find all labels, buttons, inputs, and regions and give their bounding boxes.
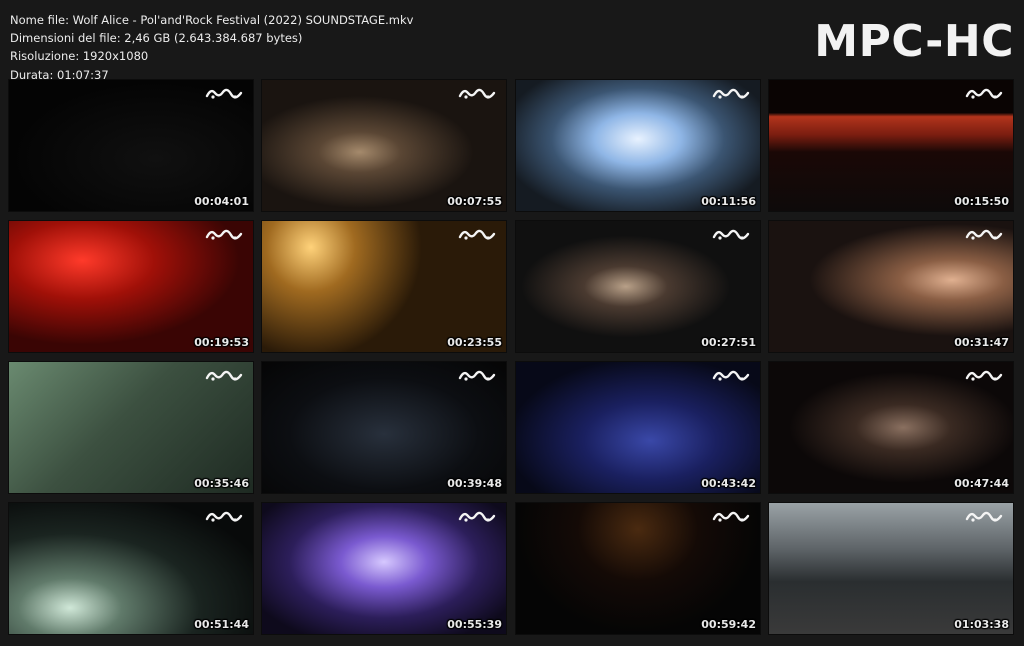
festival-watermark-icon — [458, 229, 496, 240]
thumbnail-timestamp: 00:43:42 — [701, 477, 756, 490]
festival-watermark-icon — [205, 511, 243, 522]
video-thumbnail: 00:39:48 — [262, 362, 506, 493]
thumbnail-timestamp: 00:47:44 — [954, 477, 1009, 490]
festival-watermark-icon — [712, 511, 750, 522]
festival-watermark-icon — [712, 229, 750, 240]
thumbnail-timestamp: 00:27:51 — [701, 336, 756, 349]
video-thumbnail: 00:43:42 — [516, 362, 760, 493]
thumbnail-timestamp: 00:39:48 — [447, 477, 502, 490]
thumbnail-timestamp: 00:51:44 — [194, 618, 249, 631]
mpc-hc-logo: MPC-HC — [814, 16, 1014, 67]
festival-watermark-icon — [205, 88, 243, 99]
video-thumbnail: 00:31:47 — [769, 221, 1013, 352]
file-name: Nome file: Wolf Alice - Pol'and'Rock Fes… — [10, 13, 414, 27]
video-thumbnail: 00:55:39 — [262, 503, 506, 634]
festival-watermark-icon — [965, 370, 1003, 381]
festival-watermark-icon — [458, 88, 496, 99]
festival-watermark-icon — [458, 370, 496, 381]
video-thumbnail: 00:59:42 — [516, 503, 760, 634]
video-thumbnail: 00:35:46 — [9, 362, 253, 493]
thumbnail-timestamp: 00:19:53 — [194, 336, 249, 349]
festival-watermark-icon — [712, 370, 750, 381]
festival-watermark-icon — [458, 511, 496, 522]
festival-watermark-icon — [205, 229, 243, 240]
file-info-panel: Nome file: Wolf Alice - Pol'and'Rock Fes… — [10, 11, 413, 84]
thumbnail-timestamp: 00:23:55 — [447, 336, 502, 349]
video-thumbnail: 00:15:50 — [769, 80, 1013, 211]
thumbnail-timestamp: 01:03:38 — [954, 618, 1009, 631]
thumbnail-timestamp: 00:31:47 — [954, 336, 1009, 349]
festival-watermark-icon — [965, 229, 1003, 240]
thumbnail-timestamp: 00:59:42 — [701, 618, 756, 631]
thumbnail-grid: 00:04:01 00:07:55 00:11:56 00:15:50 00:19:53… — [9, 80, 1015, 634]
festival-watermark-icon — [965, 88, 1003, 99]
video-thumbnail: 00:19:53 — [9, 221, 253, 352]
thumbnail-timestamp: 00:11:56 — [701, 195, 756, 208]
video-thumbnail: 01:03:38 — [769, 503, 1013, 634]
festival-watermark-icon — [205, 370, 243, 381]
file-size: Dimensioni del file: 2,46 GB (2.643.384.… — [10, 31, 303, 46]
video-thumbnail: 00:04:01 — [9, 80, 253, 211]
thumbnail-timestamp: 00:35:46 — [194, 477, 249, 490]
festival-watermark-icon — [965, 511, 1003, 522]
video-thumbnail: 00:27:51 — [516, 221, 760, 352]
festival-watermark-icon — [712, 88, 750, 99]
thumbnail-timestamp: 00:15:50 — [954, 195, 1009, 208]
video-thumbnail: 00:23:55 — [262, 221, 506, 352]
thumbnail-timestamp: 00:55:39 — [447, 618, 502, 631]
thumbnail-timestamp: 00:04:01 — [194, 195, 249, 208]
thumbnail-timestamp: 00:07:55 — [447, 195, 502, 208]
video-thumbnail: 00:51:44 — [9, 503, 253, 634]
video-thumbnail: 00:07:55 — [262, 80, 506, 211]
video-thumbnail: 00:11:56 — [516, 80, 760, 211]
file-resolution: Risoluzione: 1920x1080 — [10, 49, 149, 64]
video-thumbnail: 00:47:44 — [769, 362, 1013, 493]
